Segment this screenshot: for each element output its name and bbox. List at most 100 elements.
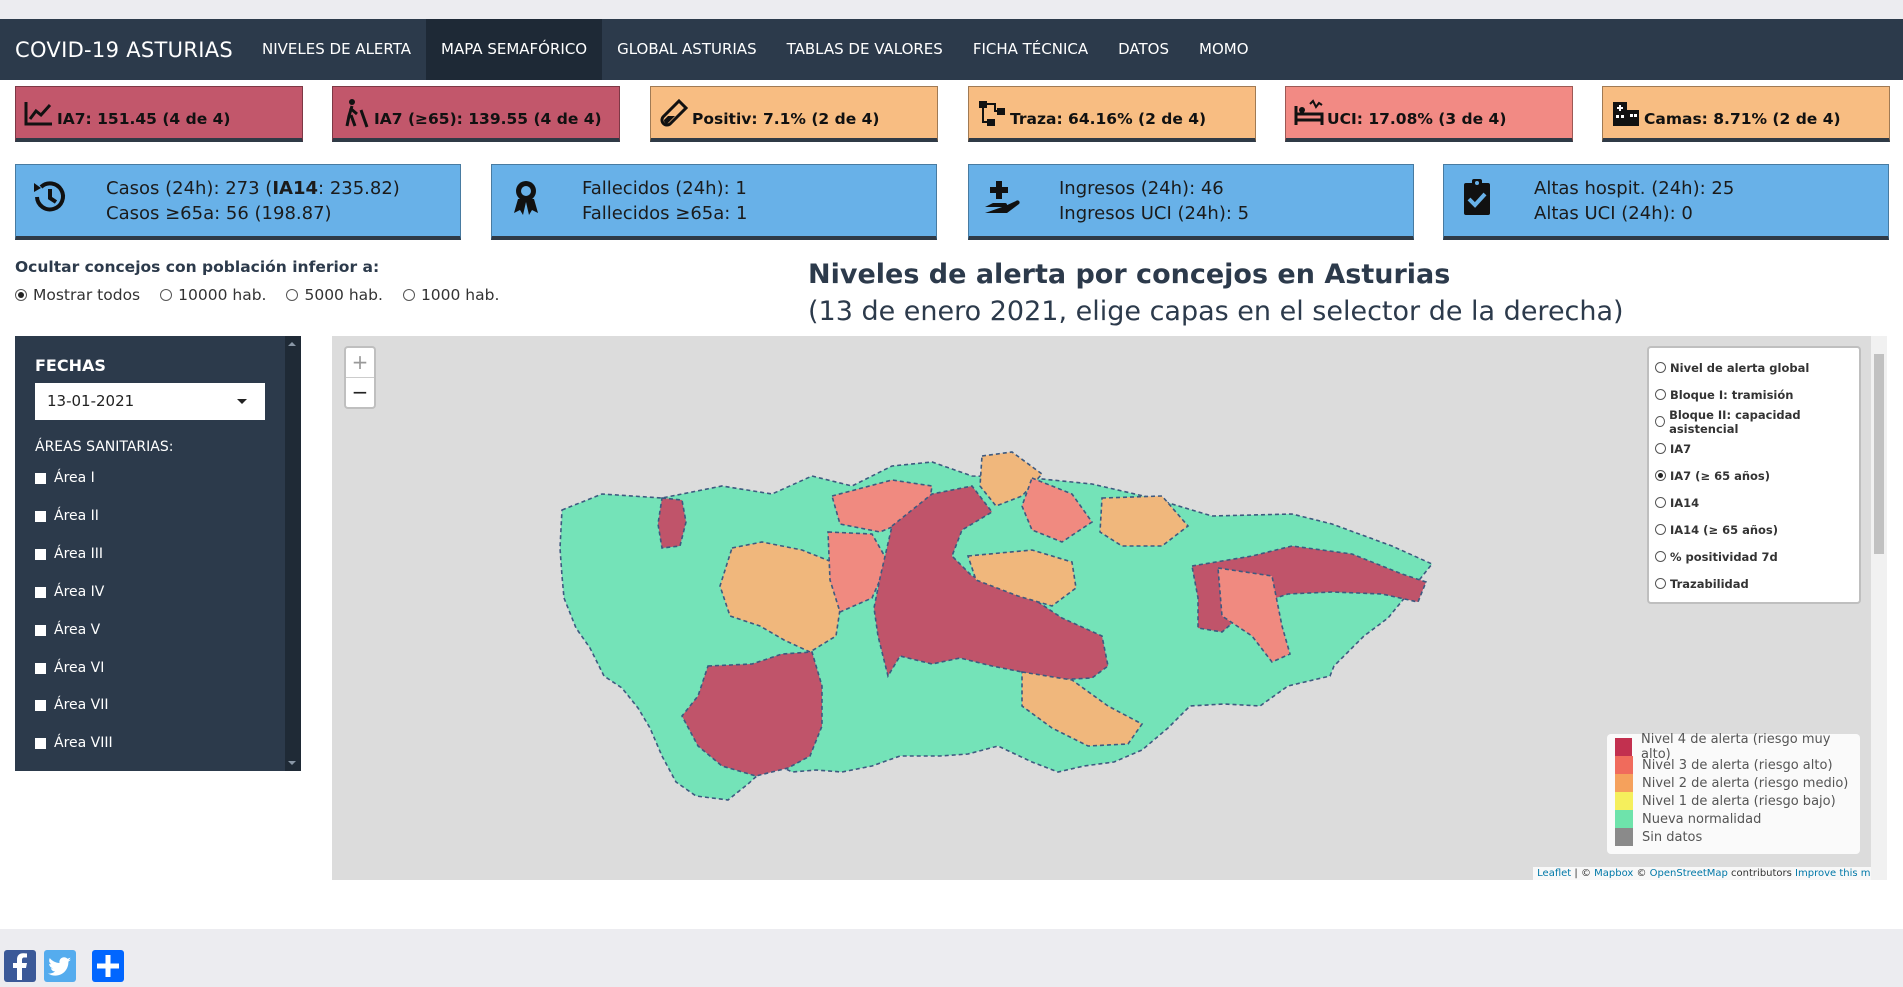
elderly-person-icon — [345, 98, 369, 127]
area-checkbox-3[interactable]: Área III — [35, 546, 103, 562]
filter-option-todos[interactable]: Mostrar todos — [15, 286, 140, 304]
nav-niveles-de-alerta[interactable]: NIVELES DE ALERTA — [247, 19, 426, 80]
area-checkbox-6[interactable]: Área VI — [35, 660, 104, 676]
checkbox[interactable] — [35, 510, 46, 522]
facebook-share-button[interactable] — [4, 950, 36, 982]
area-checkbox-2[interactable]: Área II — [35, 508, 99, 524]
kpi-ia7: IA7: 151.45 (4 de 4) — [15, 86, 303, 142]
checkbox[interactable] — [35, 699, 46, 711]
kpi-uci: UCI: 17.08% (3 de 4) — [1285, 86, 1573, 142]
layer-option-ia14-65[interactable]: IA14 (≥ 65 años) — [1655, 516, 1853, 543]
radio-button[interactable] — [1655, 551, 1666, 562]
osm-link[interactable]: OpenStreetMap — [1650, 868, 1728, 879]
stat-fallecidos: Fallecidos (24h): 1 Fallecidos ≥65a: 1 — [491, 164, 937, 240]
filter-option-1000[interactable]: 1000 hab. — [402, 286, 499, 304]
nav-tablas-de-valores[interactable]: TABLAS DE VALORES — [772, 19, 958, 80]
radio-button[interactable] — [15, 289, 27, 301]
layer-option-ia14[interactable]: IA14 — [1655, 489, 1853, 516]
brand-title[interactable]: COVID-19 ASTURIAS — [0, 38, 233, 62]
legend-swatch — [1615, 810, 1633, 828]
radio-button[interactable] — [1655, 497, 1666, 508]
area-checkbox-5[interactable]: Área V — [35, 622, 100, 638]
zoom-in-button[interactable]: + — [346, 348, 374, 377]
nav-datos[interactable]: DATOS — [1103, 19, 1184, 80]
radio-button[interactable] — [1655, 389, 1666, 400]
population-filter: Mostrar todos 10000 hab. 5000 hab. 1000 … — [15, 286, 519, 304]
scroll-up-icon[interactable] — [288, 342, 296, 346]
map-subtitle: (13 de enero 2021, elige capas en el sel… — [808, 296, 1624, 327]
layer-option-positividad[interactable]: % positividad 7d — [1655, 543, 1853, 570]
nav-momo[interactable]: MOMO — [1184, 19, 1264, 80]
improve-map-link[interactable]: Improve this map — [1795, 868, 1883, 879]
icu-bed-icon — [1294, 98, 1324, 125]
radio-button[interactable] — [1655, 470, 1666, 481]
checkbox[interactable] — [35, 586, 46, 598]
area-checkbox-4[interactable]: Área IV — [35, 584, 104, 600]
date-value: 13-01-2021 — [47, 392, 135, 410]
radio-button[interactable] — [1655, 416, 1666, 427]
kpi-ia7-65-label: IA7 (≥65): 139.55 (4 de 4) — [374, 109, 602, 128]
map-scrollbar[interactable] — [1871, 336, 1887, 880]
trend-chart-icon — [24, 101, 52, 125]
radio-button[interactable] — [1655, 443, 1666, 454]
kpi-trazabilidad: Traza: 64.16% (2 de 4) — [968, 86, 1256, 142]
ribbon-icon — [514, 181, 538, 215]
stat-altas-line2: Altas UCI (24h): 0 — [1534, 203, 1693, 224]
nav-ficha-tecnica[interactable]: FICHA TÉCNICA — [958, 19, 1103, 80]
stat-ingresos: Ingresos (24h): 46 Ingresos UCI (24h): 5 — [968, 164, 1414, 240]
layer-option-nivel-global[interactable]: Nivel de alerta global — [1655, 354, 1853, 381]
zoom-control: + − — [344, 346, 376, 409]
scroll-down-icon[interactable] — [288, 761, 296, 765]
navbar: COVID-19 ASTURIAS NIVELES DE ALERTA MAPA… — [0, 19, 1903, 80]
mapbox-link[interactable]: Mapbox — [1594, 868, 1633, 879]
nav-mapa-semaforico[interactable]: MAPA SEMAFÓRICO — [426, 19, 603, 80]
nav-global-asturias[interactable]: GLOBAL ASTURIAS — [602, 19, 771, 80]
legend-item: Nivel 2 de alerta (riesgo medio) — [1615, 774, 1852, 792]
layer-option-bloque-2[interactable]: Bloque II: capacidad asistencial — [1655, 408, 1853, 436]
checkbox[interactable] — [35, 548, 46, 560]
kpi-uci-label: UCI: 17.08% (3 de 4) — [1327, 109, 1507, 128]
area-checkbox-1[interactable]: Área I — [35, 470, 95, 486]
stat-fallecidos-line2: Fallecidos ≥65a: 1 — [582, 203, 748, 224]
kpi-positividad-label: Positiv: 7.1% (2 de 4) — [692, 109, 880, 128]
radio-button[interactable] — [286, 289, 299, 301]
layer-option-trazabilidad[interactable]: Trazabilidad — [1655, 570, 1853, 597]
stat-ingresos-line2: Ingresos UCI (24h): 5 — [1059, 203, 1250, 224]
test-tube-icon — [660, 98, 689, 126]
chevron-down-icon — [237, 399, 247, 404]
kpi-camas-label: Camas: 8.71% (2 de 4) — [1644, 109, 1841, 128]
checkbox[interactable] — [35, 662, 46, 674]
network-trace-icon — [979, 100, 1005, 126]
share-plus-icon — [97, 955, 119, 977]
map-canvas[interactable]: + − Nivel de alerta global Bloque I: tra… — [332, 336, 1887, 880]
radio-button[interactable] — [1655, 362, 1666, 373]
stat-casos: Casos (24h): 273 (IA14: 235.82) Casos ≥6… — [15, 164, 461, 240]
filter-option-10000[interactable]: 10000 hab. — [160, 286, 266, 304]
stat-altas-line1: Altas hospit. (24h): 25 — [1534, 178, 1735, 199]
top-strip — [0, 0, 1903, 19]
leaflet-link[interactable]: Leaflet — [1537, 868, 1571, 879]
radio-button[interactable] — [160, 289, 173, 301]
sidebar-scrollbar[interactable] — [285, 336, 301, 771]
areas-label: ÁREAS SANITARIAS: — [35, 439, 174, 455]
radio-button[interactable] — [1655, 578, 1666, 589]
layer-option-ia7[interactable]: IA7 — [1655, 435, 1853, 462]
zoom-out-button[interactable]: − — [346, 377, 374, 406]
date-select[interactable]: 13-01-2021 — [35, 383, 265, 420]
radio-button[interactable] — [1655, 524, 1666, 535]
layer-option-bloque-1[interactable]: Bloque I: tramisión — [1655, 381, 1853, 408]
share-more-button[interactable] — [92, 950, 124, 982]
area-checkbox-8[interactable]: Área VIII — [35, 735, 113, 751]
clipboard-check-icon — [1464, 179, 1490, 215]
layer-option-ia7-65[interactable]: IA7 (≥ 65 años) — [1655, 462, 1853, 489]
checkbox[interactable] — [35, 472, 46, 484]
filter-option-5000[interactable]: 5000 hab. — [286, 286, 383, 304]
radio-button[interactable] — [402, 289, 415, 301]
checkbox[interactable] — [35, 624, 46, 636]
scrollbar-thumb[interactable] — [1874, 354, 1884, 554]
area-checkbox-7[interactable]: Área VII — [35, 697, 109, 713]
checkbox[interactable] — [35, 737, 46, 749]
map-legend: Nivel 4 de alerta (riesgo muy alto) Nive… — [1607, 732, 1860, 854]
legend-item: Nivel 4 de alerta (riesgo muy alto) — [1615, 732, 1852, 762]
twitter-share-button[interactable] — [44, 950, 76, 982]
